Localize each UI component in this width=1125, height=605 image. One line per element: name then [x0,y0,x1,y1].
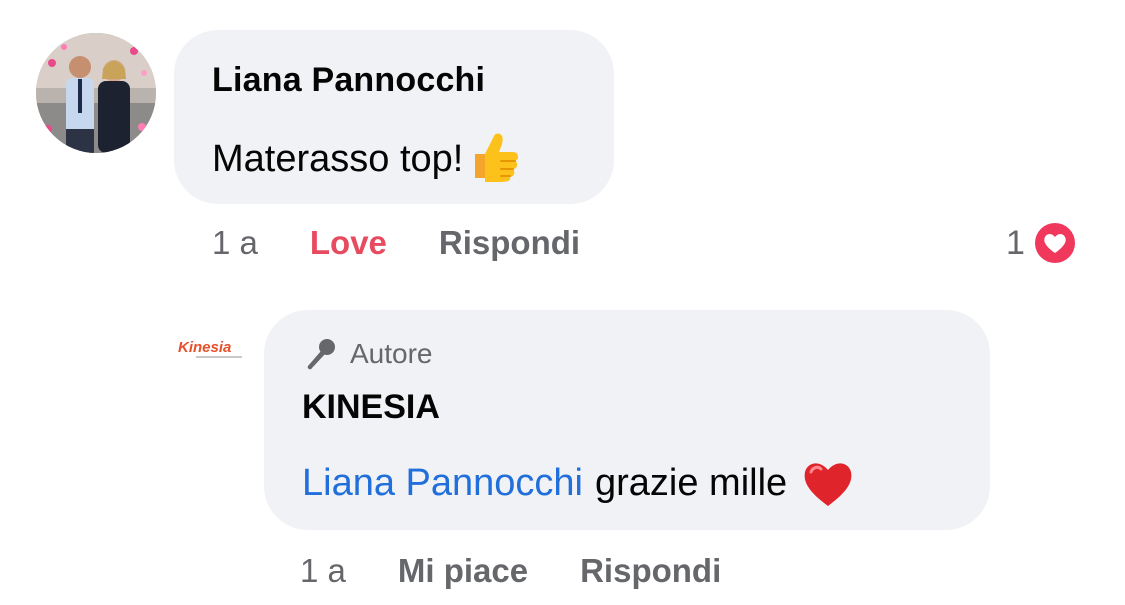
love-reaction-icon [1030,219,1079,267]
reply-actions: 1 a Mi piace Rispondi [300,550,721,592]
like-button[interactable]: Mi piace [398,552,528,590]
reply-button[interactable]: Rispondi [580,552,721,590]
comment-thread: Liana Pannocchi Materasso top! 1 a Love … [0,0,1125,605]
svg-text:Kinesia: Kinesia [178,339,231,356]
author-badge: Autore [302,336,433,372]
author-badge-label: Autore [350,338,433,369]
reply-bubble: Autore KINESIA Liana Pannocchi grazie mi… [264,310,990,530]
microphone-icon [307,339,335,370]
reply-button[interactable]: Rispondi [439,224,580,262]
reply-author[interactable]: KINESIA [302,388,440,427]
comment-timestamp[interactable]: 1 a [212,224,258,262]
comment-text: Materasso top! [212,133,521,184]
reaction-count: 1 [1006,223,1025,262]
comment-text-content: Materasso top! [212,137,464,180]
mention-link[interactable]: Liana Pannocchi [302,462,583,505]
comment-bubble: Liana Pannocchi Materasso top! [174,30,614,204]
reply-text-content: grazie mille [595,461,788,504]
reply-timestamp[interactable]: 1 a [300,552,346,590]
profile-photo [36,33,156,153]
page-logo[interactable]: Kinesia [176,334,246,364]
comment-actions: 1 a Love Rispondi [212,222,580,264]
reaction-summary[interactable]: 1 [1006,218,1079,268]
love-reaction-button[interactable]: Love [310,224,387,262]
thumbs-up-icon [475,133,519,182]
reply-text: Liana Pannocchi grazie mille [302,458,855,508]
comment-author[interactable]: Liana Pannocchi [212,61,485,100]
avatar[interactable] [36,33,156,153]
red-heart-icon [804,463,852,506]
